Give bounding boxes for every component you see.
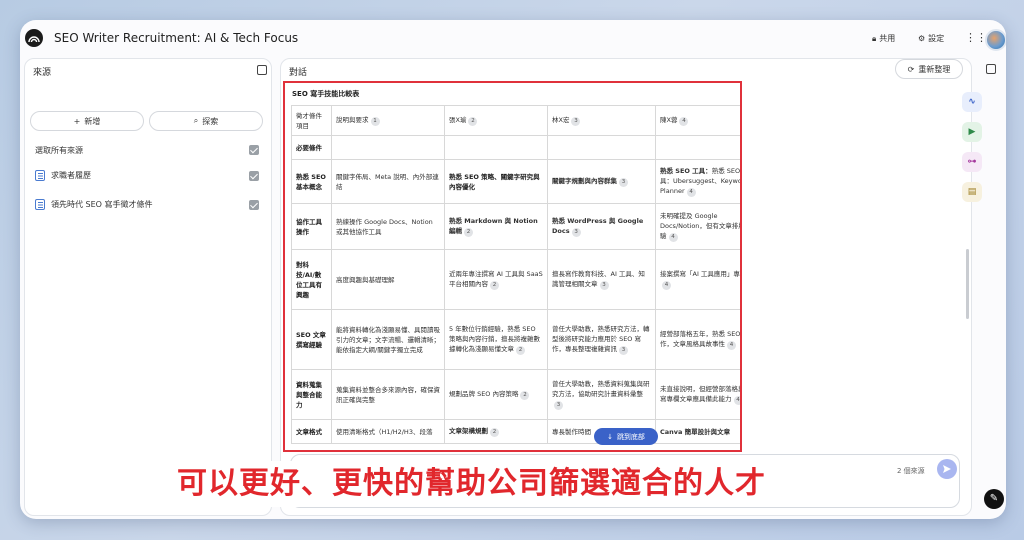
lock-icon: 🔒︎ bbox=[872, 33, 877, 43]
arrow-down-icon: ↓ bbox=[607, 432, 613, 441]
source-item[interactable]: 求職者履歷 bbox=[35, 170, 91, 181]
settings-button[interactable]: ⚙ 設定 bbox=[918, 33, 944, 44]
document-icon bbox=[35, 199, 45, 210]
pen-icon[interactable]: ✎ bbox=[984, 489, 1004, 509]
audio-overview-icon[interactable]: ∿ bbox=[962, 92, 982, 112]
table-row: SEO 文章撰寫經驗 能將資料轉化為淺顯易懂、具閱讀吸引力的文章；文字流暢、邏輯… bbox=[291, 309, 740, 370]
sparkle-search-icon: ⌕ bbox=[193, 116, 199, 125]
studio-sidebar bbox=[980, 58, 1006, 516]
table-caption: SEO 寫手技能比較表 bbox=[292, 90, 360, 98]
share-button[interactable]: 🔒︎ 共用 bbox=[872, 33, 895, 44]
mind-map-icon[interactable]: ⊶ bbox=[962, 152, 982, 172]
comparison-table-highlight: SEO 寫手技能比較表 徵才條件項目 說明與要求 1 張X瑜 2 林X宏 3 陳X蓉 4… bbox=[283, 81, 742, 452]
table-header-cell: 說明與要求 1 bbox=[331, 105, 445, 136]
document-icon bbox=[35, 170, 45, 181]
sources-panel: 來源 + 新增 ⌕ 探索 選取所有來源 求職者履歷 領先時代 SEO 寫手徵才條件 bbox=[24, 58, 272, 516]
report-icon[interactable]: ▤ bbox=[962, 182, 982, 202]
notebook-title[interactable]: SEO Writer Recruitment: AI & Tech Focus bbox=[54, 31, 298, 45]
select-all-checkbox[interactable] bbox=[249, 145, 259, 155]
discover-button[interactable]: ⌕ 探索 bbox=[149, 111, 263, 131]
avatar[interactable] bbox=[985, 29, 1006, 51]
source-count: 2 個來源 bbox=[897, 467, 925, 475]
table-header-cell: 陳X蓉 4 bbox=[655, 105, 740, 136]
source-checkbox[interactable] bbox=[249, 171, 259, 181]
plus-icon: + bbox=[73, 116, 81, 126]
table-header-row: 徵才條件項目 說明與要求 1 張X瑜 2 林X宏 3 陳X蓉 4 bbox=[291, 105, 740, 136]
refresh-icon: ⟳ bbox=[907, 64, 915, 74]
gear-icon: ⚙ bbox=[918, 34, 926, 43]
sources-header: 來源 bbox=[33, 68, 52, 78]
table-row: 熟悉 SEO 基本概念 關鍵字佈局、Meta 說明、內外部連結 熟悉 SEO 策… bbox=[291, 159, 740, 204]
send-button[interactable] bbox=[937, 459, 957, 479]
select-all-label: 選取所有來源 bbox=[35, 146, 83, 155]
comparison-table: 徵才條件項目 說明與要求 1 張X瑜 2 林X宏 3 陳X蓉 4 必要條件 熟悉 SEO… bbox=[291, 105, 740, 444]
table-row: 協作工具操作 熟練操作 Google Docs、Notion 或其他協作工具 熟… bbox=[291, 203, 740, 250]
table-row: 資料蒐集與整合能力 蒐集資料並整合多來源內容，確保資訊正確與完整 規劃品牌 SE… bbox=[291, 369, 740, 420]
table-header-cell: 張X瑜 2 bbox=[444, 105, 548, 136]
source-item[interactable]: 領先時代 SEO 寫手徵才條件 bbox=[35, 199, 153, 210]
table-row: 對科技/AI/數位工具有興趣 高度興趣與基礎理解 近兩年專注撰寫 AI 工具與 … bbox=[291, 249, 740, 310]
send-icon bbox=[943, 465, 951, 473]
video-overview-icon[interactable]: ▶ bbox=[962, 122, 982, 142]
add-source-button[interactable]: + 新增 bbox=[30, 111, 144, 131]
table-section-row: 必要條件 bbox=[291, 135, 740, 160]
app-logo-icon[interactable] bbox=[25, 29, 43, 47]
source-checkbox[interactable] bbox=[249, 200, 259, 210]
table-header-cell: 林X宏 3 bbox=[547, 105, 656, 136]
promo-caption: 可以更好、更快的幫助公司篩選適合的人才 bbox=[163, 461, 780, 507]
top-bar: SEO Writer Recruitment: AI & Tech Focus … bbox=[20, 20, 1006, 60]
chat-header: 對話 bbox=[289, 68, 308, 78]
panel-toggle-icon[interactable] bbox=[257, 65, 267, 75]
table-header-cell: 徵才條件項目 bbox=[291, 105, 332, 136]
section-label: 必要條件 bbox=[291, 135, 332, 160]
table-row: 文章格式 使用清晰格式（H1/H2/H3、段落 文章架構規劃 2 專長製作時間 C… bbox=[291, 419, 740, 444]
panel-toggle-icon[interactable] bbox=[986, 64, 996, 74]
scrollbar[interactable] bbox=[966, 249, 969, 319]
reorganize-button[interactable]: ⟳ 重新整理 bbox=[895, 59, 963, 79]
scroll-to-bottom-button[interactable]: ↓ 跳到底部 bbox=[594, 428, 658, 445]
